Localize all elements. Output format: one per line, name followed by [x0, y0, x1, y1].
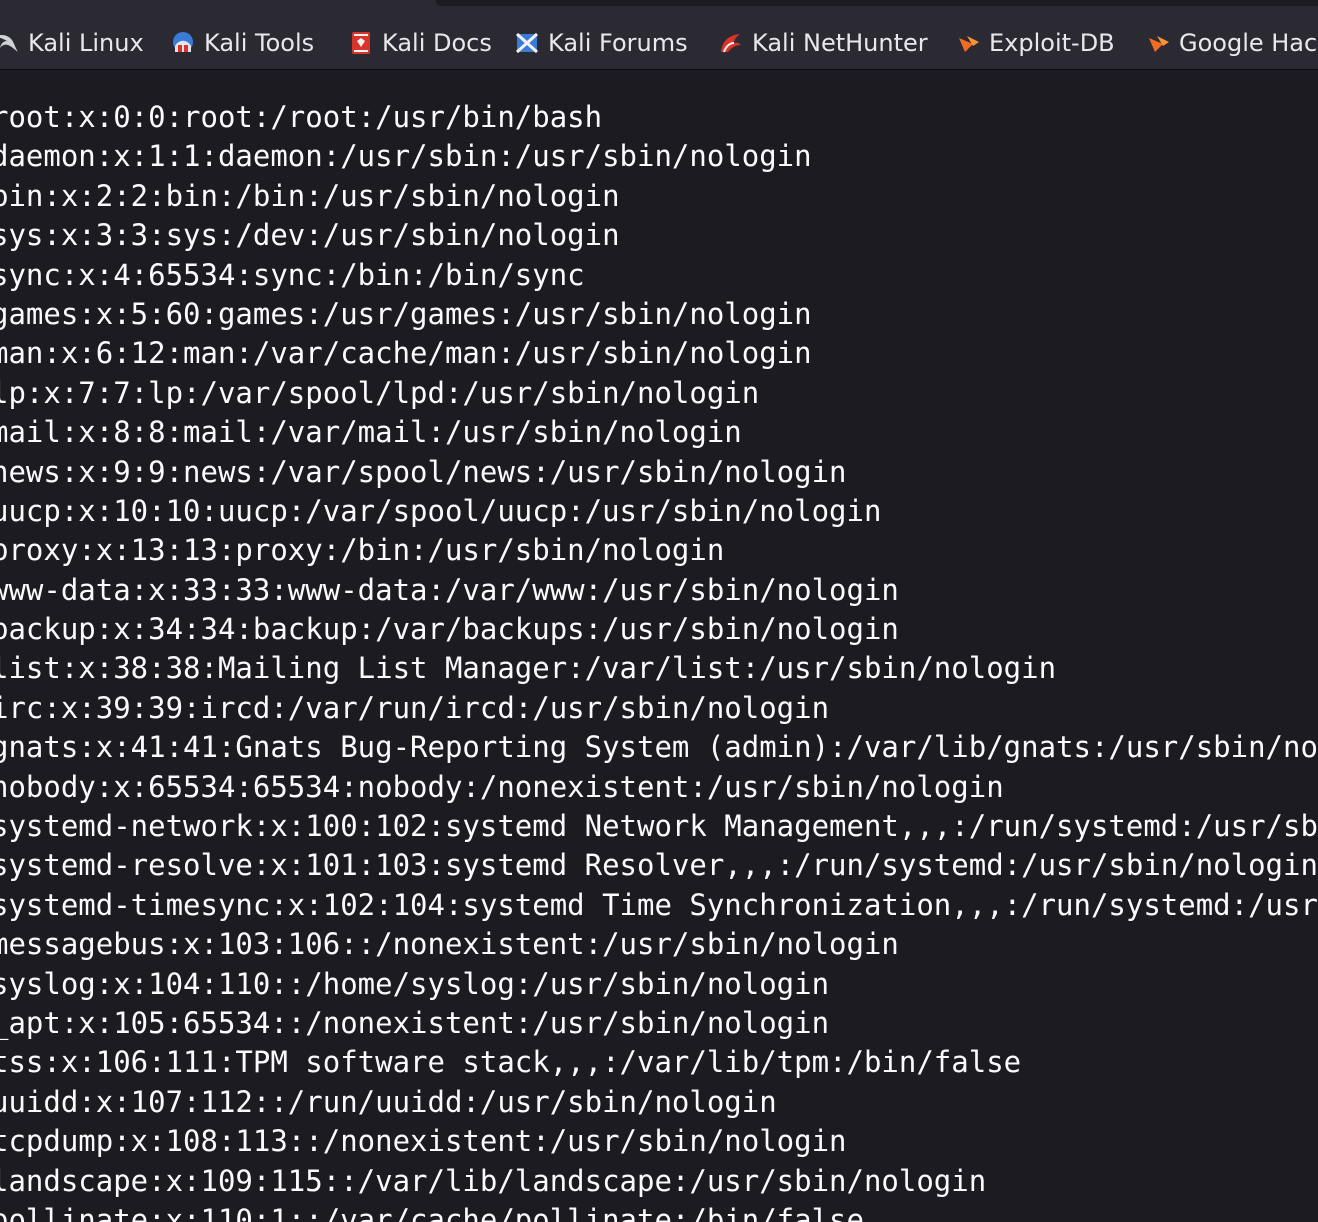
bookmark-label: Kali Forums [548, 29, 688, 57]
passwd-line: _apt:x:105:65534::/nonexistent:/usr/sbin… [0, 1005, 830, 1040]
passwd-line: landscape:x:109:115::/var/lib/landscape:… [0, 1163, 987, 1198]
bookmark-kali-docs[interactable]: Kali Docs [348, 26, 492, 60]
passwd-line: tcpdump:x:108:113::/nonexistent:/usr/sbi… [0, 1124, 847, 1159]
passwd-line: proxy:x:13:13:proxy:/bin:/usr/sbin/nolog… [0, 533, 725, 568]
bookmark-label: Kali Linux [28, 29, 144, 57]
bookmark-label: Kali NetHunter [752, 29, 928, 57]
passwd-line: gnats:x:41:41:Gnats Bug-Reporting System… [0, 730, 1318, 765]
passwd-line: bin:x:2:2:bin:/bin:/usr/sbin/nologin [0, 178, 620, 213]
bookmark-exploit-db[interactable]: Exploit-DB [955, 26, 1115, 60]
passwd-line: backup:x:34:34:backup:/var/backups:/usr/… [0, 612, 899, 647]
kali-tools-icon [170, 30, 196, 56]
bookmark-kali-linux[interactable]: Kali Linux [0, 26, 144, 60]
bookmarks-toolbar: Kali Linux Kali Tools Kali Docs Kali For… [0, 0, 1318, 70]
passwd-line: systemd-timesync:x:102:104:systemd Time … [0, 887, 1318, 922]
bookmark-label: Google Hac [1179, 29, 1318, 57]
passwd-line: nobody:x:65534:65534:nobody:/nonexistent… [0, 769, 1004, 804]
bookmark-google-hacking-db[interactable]: Google Hac [1145, 26, 1317, 60]
bookmark-kali-forums[interactable]: Kali Forums [514, 26, 688, 60]
passwd-line: uucp:x:10:10:uucp:/var/spool/uucp:/usr/s… [0, 493, 882, 528]
passwd-line: daemon:x:1:1:daemon:/usr/sbin:/usr/sbin/… [0, 139, 812, 174]
passwd-line: uuidd:x:107:112::/run/uuidd:/usr/sbin/no… [0, 1084, 777, 1119]
passwd-line: news:x:9:9:news:/var/spool/news:/usr/sbi… [0, 454, 847, 489]
passwd-line: man:x:6:12:man:/var/cache/man:/usr/sbin/… [0, 336, 812, 371]
passwd-file-text: root:x:0:0:root:/root:/usr/bin/bash daemo… [0, 98, 1318, 1222]
bookmark-label: Kali Tools [204, 29, 315, 57]
kali-docs-icon [348, 30, 374, 56]
kali-dragon-icon [0, 30, 20, 56]
passwd-line: irc:x:39:39:ircd:/var/run/ircd:/usr/sbin… [0, 690, 830, 725]
bookmark-kali-nethunter[interactable]: Kali NetHunter [718, 26, 928, 60]
passwd-line: messagebus:x:103:106::/nonexistent:/usr/… [0, 927, 899, 962]
passwd-line: systemd-resolve:x:101:103:systemd Resolv… [0, 848, 1318, 883]
bookmark-kali-tools[interactable]: Kali Tools [170, 26, 314, 60]
kali-forums-icon [514, 30, 540, 56]
bookmark-label: Kali Docs [382, 29, 492, 57]
passwd-line: pollinate:x:110:1::/var/cache/pollinate:… [0, 1202, 864, 1222]
kali-nethunter-icon [718, 30, 744, 56]
passwd-line: list:x:38:38:Mailing List Manager:/var/l… [0, 651, 1057, 686]
passwd-line: games:x:5:60:games:/usr/games:/usr/sbin/… [0, 296, 812, 331]
passwd-line: www-data:x:33:33:www-data:/var/www:/usr/… [0, 572, 899, 607]
page-content: root:x:0:0:root:/root:/usr/bin/bash daemo… [0, 70, 1318, 1222]
passwd-line: mail:x:8:8:mail:/var/mail:/usr/sbin/nolo… [0, 415, 742, 450]
passwd-line: lp:x:7:7:lp:/var/spool/lpd:/usr/sbin/nol… [0, 375, 760, 410]
google-hacking-db-icon [1145, 30, 1171, 56]
passwd-line: sync:x:4:65534:sync:/bin:/bin/sync [0, 257, 585, 292]
passwd-line: tss:x:106:111:TPM software stack,,,:/var… [0, 1045, 1022, 1080]
bookmark-label: Exploit-DB [989, 29, 1115, 57]
passwd-line: root:x:0:0:root:/root:/usr/bin/bash [0, 100, 603, 134]
passwd-line: sys:x:3:3:sys:/dev:/usr/sbin/nologin [0, 218, 620, 253]
exploit-db-icon [955, 30, 981, 56]
passwd-line: systemd-network:x:100:102:systemd Networ… [0, 809, 1318, 844]
passwd-line: syslog:x:104:110::/home/syslog:/usr/sbin… [0, 966, 830, 1001]
tab-strip-edge [436, 0, 1318, 6]
